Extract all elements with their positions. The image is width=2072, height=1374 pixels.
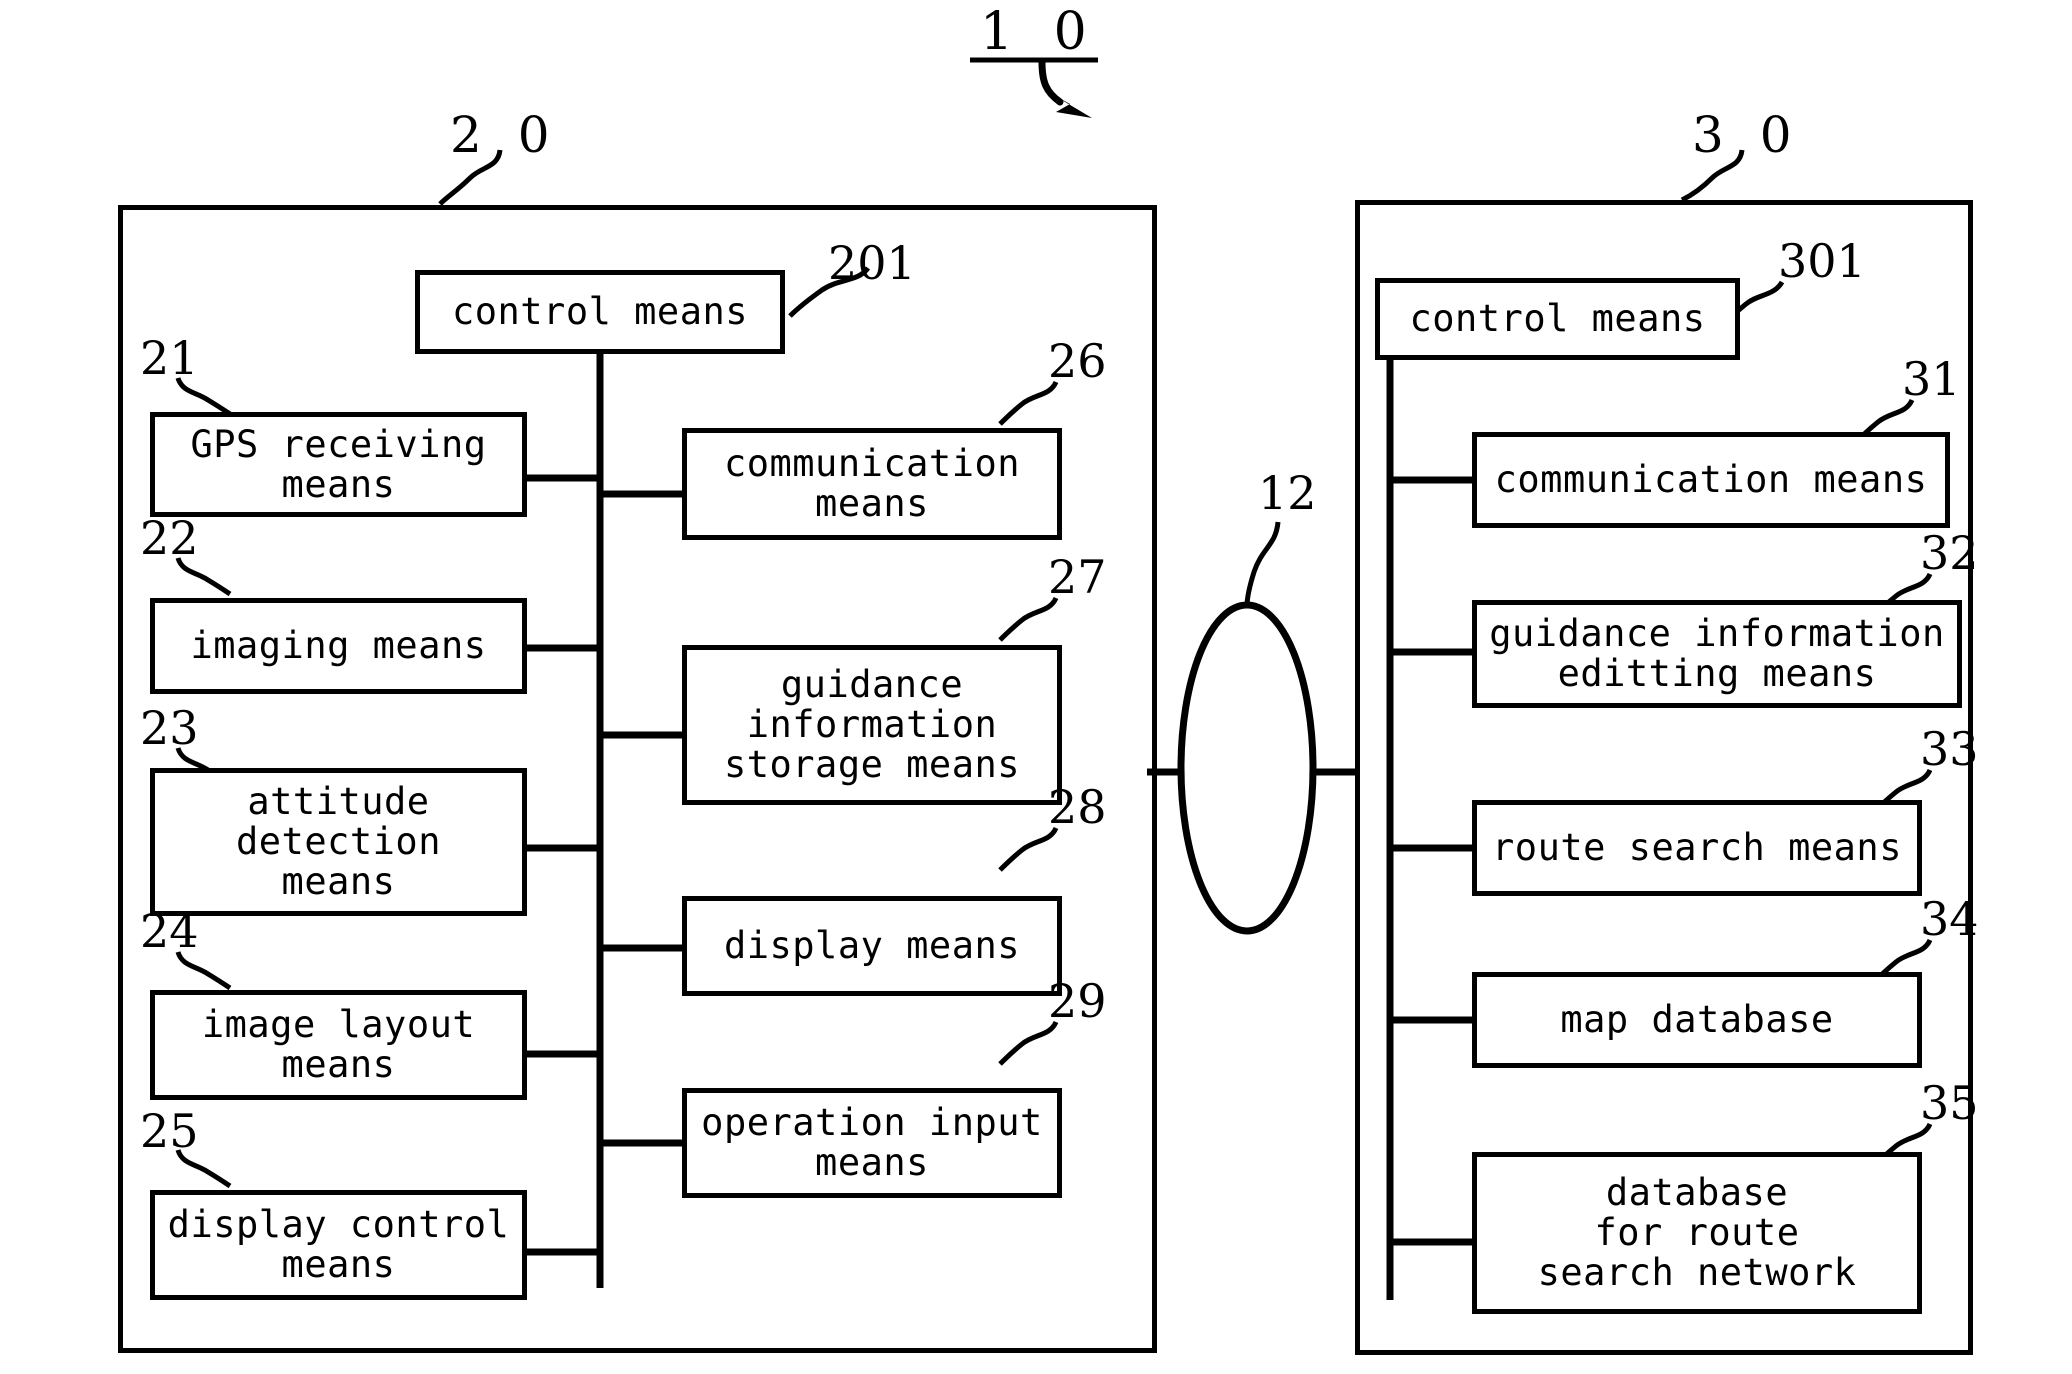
display-means-reference-number: 28 [1048, 780, 1107, 834]
network-ellipse [1177, 601, 1317, 935]
server-reference-number: 3 0 [1692, 106, 1802, 164]
attitude-detection-means[interactable]: attitude detection means [150, 768, 527, 916]
leader-12 [1244, 521, 1281, 607]
guidance-information-editting-means-reference-number: 32 [1920, 526, 1979, 580]
database-for-route-search-network-reference-number: 35 [1920, 1076, 1979, 1130]
imaging-means-reference-number: 22 [140, 511, 199, 565]
terminal-reference-number: 2 0 [450, 106, 560, 164]
terminal-communication-means[interactable]: communication means [682, 428, 1062, 540]
operation-input-means-reference-number: 29 [1048, 974, 1107, 1028]
map-database-label: map database [1560, 998, 1834, 1042]
server-communication-means-label: communication means [1494, 458, 1928, 502]
server-control-means[interactable]: control means [1375, 278, 1740, 360]
terminal-control-reference-number: 201 [828, 236, 916, 290]
route-search-means[interactable]: route search means [1472, 800, 1922, 896]
guidance-information-storage-means-label: guidance information storage means [723, 663, 1021, 786]
display-control-means-label: display control means [167, 1203, 510, 1286]
operation-input-means-label: operation input means [701, 1101, 1043, 1184]
server-communication-means[interactable]: communication means [1472, 432, 1950, 528]
figure-canvas: 1 0 2 0 control means 201 GPS receiving … [0, 0, 2072, 1374]
display-means-label: display means [723, 924, 1021, 968]
guidance-information-storage-means-reference-number: 27 [1048, 550, 1107, 604]
system-reference-number: 1 0 [980, 2, 1099, 62]
attitude-detection-means-reference-number: 23 [140, 701, 199, 755]
gps-receiving-means-reference-number: 21 [140, 331, 199, 385]
gps-receiving-means-label: GPS receiving means [190, 422, 487, 506]
imaging-means-label: imaging means [190, 624, 487, 668]
image-layout-means-reference-number: 24 [140, 904, 199, 958]
server-control-reference-number: 301 [1778, 234, 1866, 288]
guidance-information-editting-means-label: guidance information editting means [1489, 612, 1945, 695]
attitude-detection-means-label: attitude detection means [236, 780, 441, 903]
display-means[interactable]: display means [682, 896, 1062, 996]
terminal-communication-means-reference-number: 26 [1048, 334, 1107, 388]
operation-input-means[interactable]: operation input means [682, 1088, 1062, 1198]
system-ref-arrow [1038, 58, 1064, 106]
database-for-route-search-network-label: database for route search network [1537, 1171, 1857, 1294]
map-database-reference-number: 34 [1920, 892, 1979, 946]
route-search-means-label: route search means [1492, 826, 1902, 870]
guidance-information-storage-means[interactable]: guidance information storage means [682, 645, 1062, 805]
terminal-control-means[interactable]: control means [415, 270, 785, 354]
system-ref-arrowhead [1050, 93, 1092, 118]
terminal-control-means-label: control means [451, 290, 749, 334]
imaging-means[interactable]: imaging means [150, 598, 527, 694]
display-control-means[interactable]: display control means [150, 1190, 527, 1300]
server-communication-means-reference-number: 31 [1902, 352, 1961, 406]
server-control-means-label: control means [1409, 297, 1706, 341]
database-for-route-search-network[interactable]: database for route search network [1472, 1152, 1922, 1314]
display-control-means-reference-number: 25 [140, 1104, 199, 1158]
guidance-information-editting-means[interactable]: guidance information editting means [1472, 600, 1962, 708]
map-database[interactable]: map database [1472, 972, 1922, 1068]
gps-receiving-means[interactable]: GPS receiving means [150, 412, 527, 517]
network-reference-number: 12 [1258, 466, 1317, 520]
image-layout-means-label: image layout means [201, 1003, 476, 1086]
route-search-means-reference-number: 33 [1920, 722, 1979, 776]
terminal-communication-means-label: communication means [723, 442, 1021, 525]
image-layout-means[interactable]: image layout means [150, 990, 527, 1100]
